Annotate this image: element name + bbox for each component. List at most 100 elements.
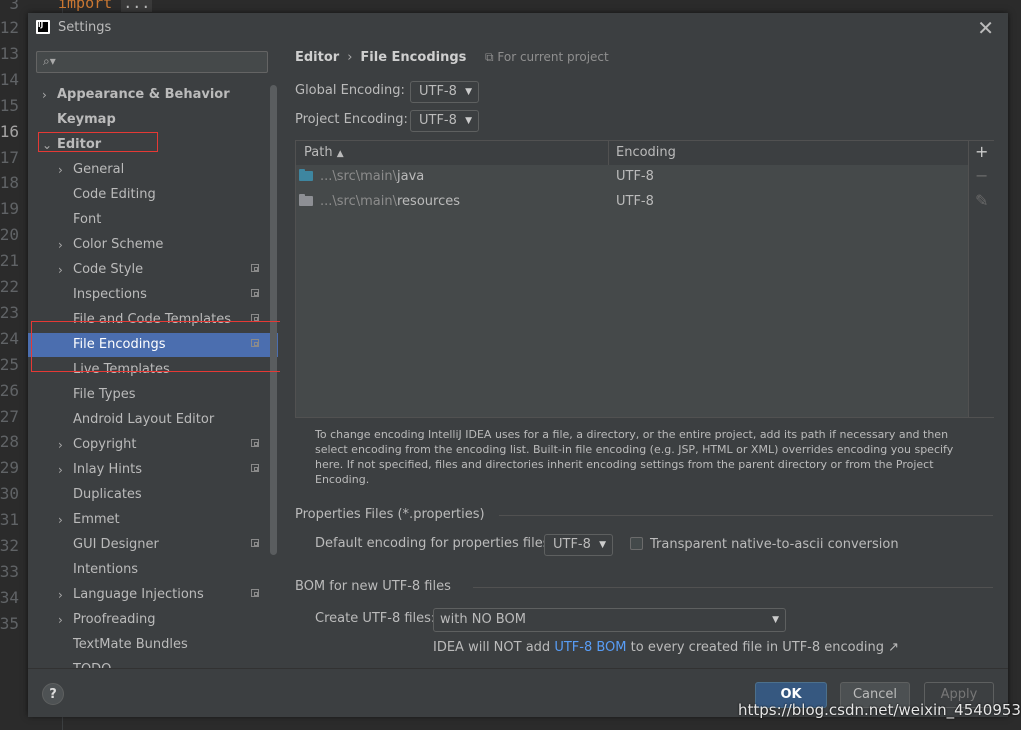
line-number: 33 bbox=[0, 561, 19, 581]
native-to-ascii-label[interactable]: Transparent native-to-ascii conversion bbox=[650, 537, 899, 552]
sort-ascending-icon: ▲ bbox=[336, 149, 344, 159]
row-encoding[interactable]: UTF-8 bbox=[616, 169, 654, 184]
sidebar-scrollbar[interactable] bbox=[270, 85, 277, 555]
sidebar-item-inlay-hints[interactable]: › Inlay Hints bbox=[28, 458, 278, 482]
line-number: 34 bbox=[0, 587, 19, 607]
properties-encoding-value: UTF-8 bbox=[553, 537, 591, 552]
table-row[interactable]: ...\src\main\resources UTF-8 bbox=[296, 190, 968, 214]
properties-encoding-dropdown[interactable]: UTF-8 ▼ bbox=[544, 534, 613, 556]
settings-search-input[interactable]: ⌕▾ bbox=[36, 51, 268, 73]
sidebar-item-intentions[interactable]: Intentions bbox=[28, 558, 278, 582]
chevron-down-icon: ▼ bbox=[772, 615, 779, 625]
bom-section-title: BOM for new UTF-8 files bbox=[295, 579, 451, 594]
column-header-path[interactable]: Path ▲ bbox=[304, 145, 344, 160]
row-path-name: java bbox=[397, 169, 425, 184]
chevron-right-icon[interactable]: › bbox=[58, 258, 63, 282]
chevron-right-icon[interactable]: › bbox=[58, 608, 63, 632]
sidebar-item-label: Code Style bbox=[73, 262, 144, 277]
sidebar-item-appearance-behavior[interactable]: › Appearance & Behavior bbox=[28, 83, 278, 107]
column-header-encoding[interactable]: Encoding bbox=[616, 145, 676, 160]
sidebar-item-inspections[interactable]: Inspections bbox=[28, 283, 278, 307]
line-number: 17 bbox=[0, 147, 19, 167]
sidebar-item-label: GUI Designer bbox=[73, 537, 159, 552]
line-number: 3 bbox=[9, 0, 19, 13]
line-number: 30 bbox=[0, 484, 19, 504]
line-number: 14 bbox=[0, 69, 19, 89]
line-number: 16 bbox=[0, 121, 19, 141]
folded-imports[interactable]: ... bbox=[121, 0, 153, 12]
chevron-right-icon[interactable]: › bbox=[58, 458, 63, 482]
project-scope-icon bbox=[251, 289, 259, 297]
line-number: 24 bbox=[0, 328, 19, 348]
sidebar-item-textmate-bundles[interactable]: TextMate Bundles bbox=[28, 633, 278, 657]
breadcrumb-parent[interactable]: Editor bbox=[295, 50, 339, 65]
file-encodings-panel: Editor › File Encodings ⧉ For current proj… bbox=[280, 43, 1008, 668]
sidebar-item-keymap[interactable]: Keymap bbox=[28, 108, 278, 132]
sidebar-item-label: TextMate Bundles bbox=[73, 637, 188, 652]
sidebar-item-font[interactable]: Font bbox=[28, 208, 278, 232]
remove-icon[interactable]: − bbox=[975, 166, 988, 185]
chevron-right-icon[interactable]: › bbox=[58, 508, 63, 532]
bom-create-dropdown[interactable]: with NO BOM ▼ bbox=[433, 608, 786, 632]
line-number: 23 bbox=[0, 302, 19, 322]
line-number: 27 bbox=[0, 406, 19, 426]
sidebar-item-copyright[interactable]: › Copyright bbox=[28, 433, 278, 457]
bom-help-link[interactable]: UTF-8 BOM bbox=[554, 640, 626, 655]
sidebar-item-gui-designer[interactable]: GUI Designer bbox=[28, 533, 278, 557]
sidebar-item-general[interactable]: › General bbox=[28, 158, 278, 182]
edit-icon[interactable]: ✎ bbox=[975, 191, 988, 210]
line-number: 12 bbox=[0, 18, 19, 37]
sidebar-item-label: Proofreading bbox=[73, 612, 156, 627]
sidebar-item-proofreading[interactable]: › Proofreading bbox=[28, 608, 278, 632]
import-statement: import ... bbox=[58, 0, 153, 12]
chevron-right-icon[interactable]: › bbox=[58, 433, 63, 457]
line-number: 18 bbox=[0, 173, 19, 193]
bom-note-prefix: IDEA will NOT add bbox=[433, 640, 551, 655]
annotation-box-editor bbox=[38, 132, 158, 152]
properties-section-divider bbox=[499, 515, 993, 516]
chevron-down-icon: ▼ bbox=[465, 116, 472, 126]
chevron-right-icon[interactable]: › bbox=[58, 233, 63, 257]
sidebar-item-android-layout-editor[interactable]: Android Layout Editor bbox=[28, 408, 278, 432]
sidebar-item-label: Color Scheme bbox=[73, 237, 164, 252]
line-number: 20 bbox=[0, 225, 19, 245]
global-encoding-label: Global Encoding: bbox=[295, 83, 405, 98]
project-encoding-dropdown[interactable]: UTF-8 ▼ bbox=[410, 110, 479, 132]
row-path: ...\src\main\java bbox=[320, 169, 424, 184]
sidebar-item-language-injections[interactable]: › Language Injections bbox=[28, 583, 278, 607]
global-encoding-dropdown[interactable]: UTF-8 ▼ bbox=[410, 81, 479, 103]
project-scope-icon bbox=[251, 539, 259, 547]
sidebar-item-code-editing[interactable]: Code Editing bbox=[28, 183, 278, 207]
column-divider[interactable] bbox=[608, 141, 609, 165]
sidebar-item-code-style[interactable]: › Code Style bbox=[28, 258, 278, 282]
row-encoding[interactable]: UTF-8 bbox=[616, 194, 654, 209]
add-icon[interactable]: + bbox=[975, 142, 988, 161]
properties-section-title: Properties Files (*.properties) bbox=[295, 507, 485, 522]
sidebar-item-file-types[interactable]: File Types bbox=[28, 383, 278, 407]
sidebar-item-color-scheme[interactable]: › Color Scheme bbox=[28, 233, 278, 257]
chevron-right-icon[interactable]: › bbox=[58, 583, 63, 607]
sidebar-item-duplicates[interactable]: Duplicates bbox=[28, 483, 278, 507]
project-encoding-value: UTF-8 bbox=[419, 113, 457, 128]
intellij-app-icon bbox=[36, 20, 50, 34]
folder-icon bbox=[299, 169, 313, 181]
sidebar-item-emmet[interactable]: › Emmet bbox=[28, 508, 278, 532]
search-icon: ⌕▾ bbox=[43, 54, 56, 68]
path-encoding-table: Path ▲ Encoding ...\src\main\java UTF-8..… bbox=[295, 140, 994, 418]
sidebar-item-label: Font bbox=[73, 212, 102, 227]
table-row[interactable]: ...\src\main\java UTF-8 bbox=[296, 165, 968, 189]
sidebar-item-todo[interactable]: TODO bbox=[28, 658, 278, 668]
help-button[interactable]: ? bbox=[42, 683, 64, 705]
annotation-box-file-encodings bbox=[31, 321, 280, 372]
close-icon[interactable]: ✕ bbox=[977, 16, 994, 40]
chevron-right-icon[interactable]: › bbox=[42, 83, 47, 107]
native-to-ascii-checkbox[interactable] bbox=[630, 537, 643, 550]
project-scope-icon bbox=[251, 589, 259, 597]
properties-encoding-label: Default encoding for properties files: bbox=[315, 536, 554, 551]
settings-dialog: Settings ✕ ⌕▾ › Appearance & Behavior Keym… bbox=[28, 13, 1008, 717]
line-number: 21 bbox=[0, 251, 19, 271]
sidebar-item-label: Appearance & Behavior bbox=[57, 87, 230, 102]
bom-create-label: Create UTF-8 files: bbox=[315, 611, 436, 626]
line-number: 31 bbox=[0, 510, 19, 530]
chevron-right-icon[interactable]: › bbox=[58, 158, 63, 182]
